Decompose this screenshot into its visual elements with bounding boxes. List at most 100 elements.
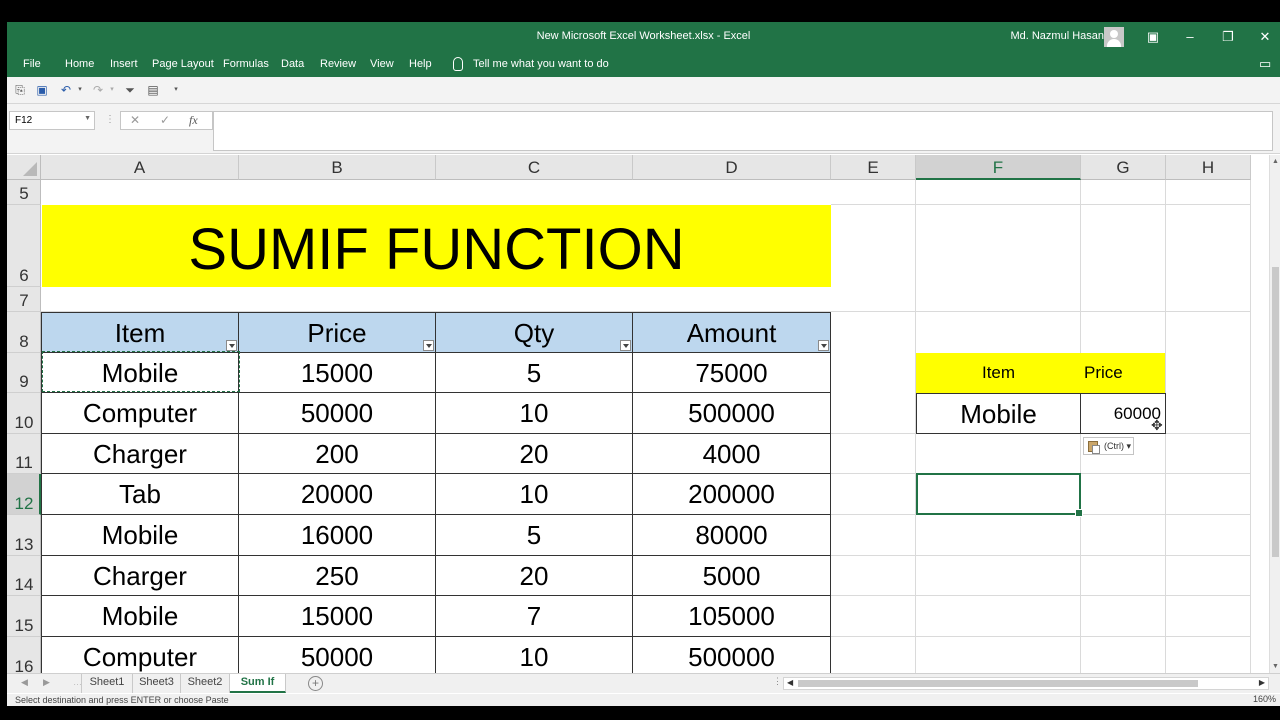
comments-icon[interactable]: ▭: [1259, 56, 1271, 72]
column-header-b[interactable]: B: [239, 155, 436, 180]
table-cell[interactable]: Charger: [41, 434, 239, 474]
cancel-icon[interactable]: ✕: [130, 113, 140, 127]
sheet-tab-sum-if[interactable]: Sum If: [230, 674, 286, 693]
ribbon-display-options-icon[interactable]: ▣: [1143, 27, 1163, 47]
user-avatar-icon[interactable]: [1104, 27, 1124, 47]
column-header-g[interactable]: G: [1081, 155, 1166, 180]
table-cell[interactable]: 50000: [239, 393, 436, 434]
filter-dropdown-icon[interactable]: [818, 340, 829, 351]
scroll-right-icon[interactable]: ▶: [1259, 678, 1265, 687]
header-cell-item[interactable]: Item: [41, 312, 239, 353]
menu-formulas[interactable]: Formulas: [223, 58, 269, 70]
user-name[interactable]: Md. Nazmul Hasan: [1010, 30, 1104, 42]
table-cell[interactable]: 500000: [633, 393, 831, 434]
table-cell[interactable]: Mobile: [41, 515, 239, 556]
sheet-tab-sheet3[interactable]: Sheet3: [133, 674, 181, 693]
table-cell[interactable]: 5: [436, 353, 633, 393]
form-icon[interactable]: ▤: [146, 83, 160, 97]
row-header-14[interactable]: 14: [7, 556, 41, 596]
worksheet-grid[interactable]: A B C D E F G H 5 6 7 8 9 10 11 12 13 14…: [7, 155, 1280, 673]
menu-data[interactable]: Data: [281, 58, 304, 70]
header-cell-amount[interactable]: Amount: [633, 312, 831, 353]
criteria-header-item[interactable]: Item: [916, 353, 1081, 393]
row-header-9[interactable]: 9: [7, 353, 41, 393]
table-cell[interactable]: 4000: [633, 434, 831, 474]
table-cell[interactable]: Tab: [41, 474, 239, 515]
table-cell[interactable]: 10: [436, 393, 633, 434]
row-header-16[interactable]: 16: [7, 637, 41, 673]
resize-handle-icon[interactable]: ⋮: [105, 114, 115, 125]
scrollbar-thumb[interactable]: [1272, 267, 1279, 557]
paste-options-button[interactable]: (Ctrl) ▾: [1083, 437, 1134, 455]
minimize-icon[interactable]: –: [1180, 27, 1200, 47]
redo-dropdown-icon[interactable]: ▾: [105, 83, 119, 97]
table-cell[interactable]: 105000: [633, 596, 831, 637]
horizontal-scrollbar[interactable]: ◀ ▶: [783, 677, 1269, 690]
tab-scroll-left-icon[interactable]: ◀: [21, 677, 28, 688]
table-cell[interactable]: Computer: [41, 637, 239, 673]
column-header-d[interactable]: D: [633, 155, 831, 180]
table-cell[interactable]: 10: [436, 637, 633, 673]
row-header-8[interactable]: 8: [7, 312, 41, 353]
column-header-h[interactable]: H: [1166, 155, 1251, 180]
scroll-left-icon[interactable]: ◀: [787, 678, 793, 687]
table-cell[interactable]: 16000: [239, 515, 436, 556]
sheet-tab-sheet1[interactable]: Sheet1: [81, 674, 133, 693]
table-cell[interactable]: 5000: [633, 556, 831, 596]
close-icon[interactable]: ✕: [1255, 27, 1275, 47]
table-cell[interactable]: 10: [436, 474, 633, 515]
table-cell[interactable]: 200: [239, 434, 436, 474]
enter-icon[interactable]: ✓: [160, 113, 170, 127]
table-cell[interactable]: 7: [436, 596, 633, 637]
table-cell[interactable]: Computer: [41, 393, 239, 434]
table-cell[interactable]: 5: [436, 515, 633, 556]
menu-help[interactable]: Help: [409, 58, 432, 70]
table-cell[interactable]: Charger: [41, 556, 239, 596]
touch-mode-icon[interactable]: ⎘: [13, 83, 27, 97]
table-cell[interactable]: 15000: [239, 596, 436, 637]
filter-icon[interactable]: ⏷: [123, 83, 137, 97]
chevron-down-icon[interactable]: ▼: [84, 115, 91, 122]
active-cell-f12[interactable]: [916, 473, 1083, 517]
vertical-scrollbar[interactable]: ▲ ▼: [1269, 155, 1280, 673]
menu-page-layout[interactable]: Page Layout: [152, 58, 214, 70]
scroll-up-icon[interactable]: ▲: [1272, 158, 1279, 165]
menu-file[interactable]: File: [23, 58, 41, 70]
filter-dropdown-icon[interactable]: [423, 340, 434, 351]
row-header-11[interactable]: 11: [7, 434, 41, 474]
table-cell[interactable]: 20000: [239, 474, 436, 515]
sheet-tab-sheet2[interactable]: Sheet2: [181, 674, 230, 693]
menu-view[interactable]: View: [370, 58, 394, 70]
name-box[interactable]: F12 ▼: [9, 111, 95, 130]
header-cell-qty[interactable]: Qty: [436, 312, 633, 353]
menu-insert[interactable]: Insert: [110, 58, 138, 70]
criteria-header-price[interactable]: Price: [1081, 353, 1166, 393]
table-cell[interactable]: 200000: [633, 474, 831, 515]
customize-toolbar-icon[interactable]: ▾: [169, 83, 183, 97]
row-header-15[interactable]: 15: [7, 596, 41, 637]
menu-review[interactable]: Review: [320, 58, 356, 70]
restore-icon[interactable]: ❐: [1218, 27, 1238, 47]
tab-scroll-right-icon[interactable]: ▶: [43, 677, 50, 688]
row-header-5[interactable]: 5: [7, 180, 41, 205]
table-cell[interactable]: 250: [239, 556, 436, 596]
menu-home[interactable]: Home: [65, 58, 94, 70]
formula-input[interactable]: [213, 111, 1273, 151]
table-cell[interactable]: Mobile: [41, 353, 239, 393]
splitter-handle-icon[interactable]: ⋮: [773, 676, 782, 687]
zoom-level[interactable]: 160%: [1253, 694, 1276, 704]
column-header-a[interactable]: A: [41, 155, 239, 180]
select-all-button[interactable]: [7, 155, 41, 180]
row-header-12[interactable]: 12: [7, 474, 41, 515]
add-sheet-icon[interactable]: +: [308, 676, 323, 691]
filter-dropdown-icon[interactable]: [620, 340, 631, 351]
table-cell[interactable]: 20: [436, 556, 633, 596]
row-header-10[interactable]: 10: [7, 393, 41, 434]
row-header-6[interactable]: 6: [7, 205, 41, 287]
column-header-c[interactable]: C: [436, 155, 633, 180]
table-cell[interactable]: 50000: [239, 637, 436, 673]
filter-dropdown-icon[interactable]: [226, 340, 237, 351]
save-icon[interactable]: ▣: [35, 83, 49, 97]
table-cell[interactable]: 500000: [633, 637, 831, 673]
undo-icon[interactable]: ↶: [59, 83, 73, 97]
